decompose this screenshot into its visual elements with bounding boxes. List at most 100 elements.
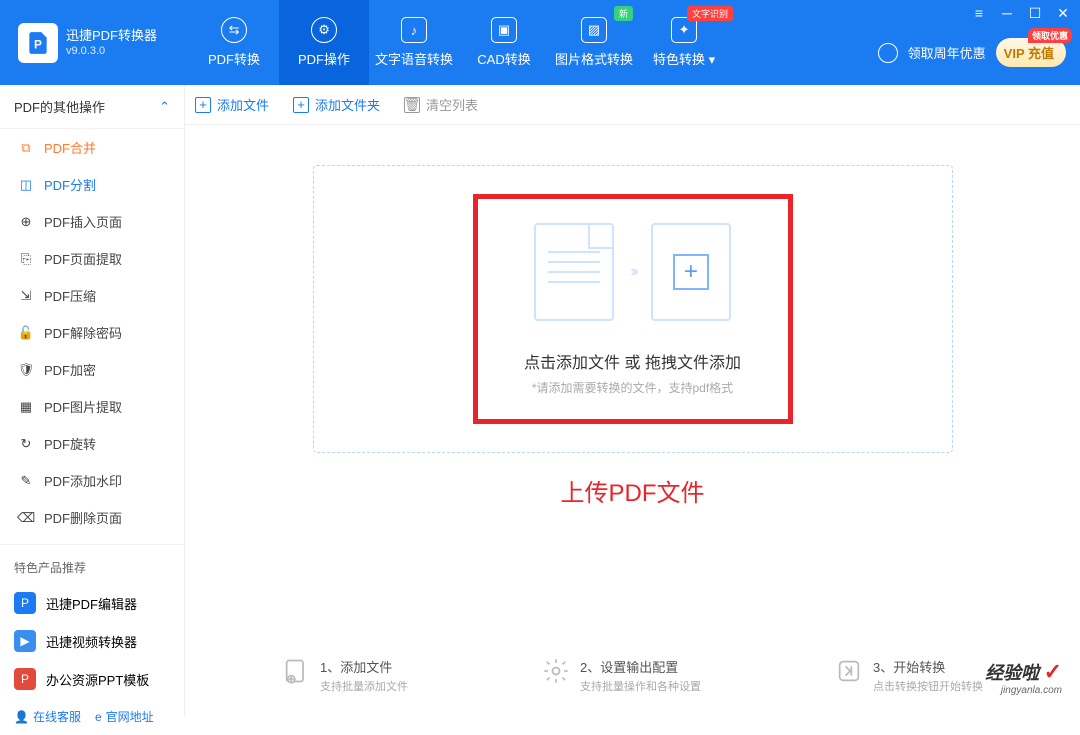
- add-folder-button[interactable]: + 添加文件夹: [293, 95, 380, 114]
- sidebar-item-label: PDF添加水印: [44, 471, 122, 490]
- rec-label: 迅捷视频转换器: [46, 632, 137, 651]
- add-file-button[interactable]: + 添加文件: [195, 95, 269, 114]
- sidebar-section-header[interactable]: PDF的其他操作 ⌃: [0, 85, 184, 129]
- rec-label: 办公资源PPT模板: [46, 670, 149, 689]
- vip-button[interactable]: VIP 充值 领取优惠: [996, 38, 1066, 67]
- svg-text:P: P: [34, 37, 42, 51]
- convert-icon: ⇆: [221, 17, 247, 43]
- sidebar-item-label: PDF合并: [44, 138, 96, 157]
- trash-icon: 🗑: [404, 97, 420, 113]
- app-logo-icon: P: [18, 23, 58, 63]
- app-header: P 迅捷PDF转换器 v9.0.3.0 ⇆PDF转换 ⚙PDF操作 ♪ 文字语音转…: [0, 0, 1080, 85]
- shield-icon: 🛡: [18, 362, 34, 378]
- annotation-text: 上传PDF文件: [561, 473, 705, 508]
- tab-special[interactable]: ✦特色转换 ▾文字识别: [639, 0, 729, 85]
- window-controls: ≡ ─ ☐ ✕: [972, 6, 1070, 20]
- app-version: v9.0.3.0: [66, 45, 157, 57]
- step-sub: 支持批量添加文件: [320, 678, 408, 694]
- logo-area: P 迅捷PDF转换器 v9.0.3.0: [0, 23, 169, 63]
- support-link[interactable]: 👤在线客服: [14, 708, 81, 725]
- cad-icon: ▣: [491, 17, 517, 43]
- video-icon: ▶: [14, 630, 36, 652]
- sidebar-item-encrypt[interactable]: 🛡PDF加密: [0, 351, 184, 388]
- step-2: 2、设置输出配置支持批量操作和各种设置: [542, 657, 701, 694]
- tab-label: 文字语音转换: [375, 49, 453, 68]
- website-link[interactable]: e官网地址: [95, 708, 154, 725]
- sidebar-item-label: PDF旋转: [44, 434, 96, 453]
- minimize-button[interactable]: ─: [1000, 6, 1014, 20]
- maximize-button[interactable]: ☐: [1028, 6, 1042, 20]
- sidebar-item-watermark[interactable]: ✎PDF添加水印: [0, 462, 184, 499]
- add-file-label: 添加文件: [217, 95, 269, 114]
- tab-pdf-operate[interactable]: ⚙PDF操作: [279, 0, 369, 85]
- rec-video-converter[interactable]: ▶ 迅捷视频转换器: [0, 622, 184, 660]
- website-label: 官网地址: [106, 708, 154, 725]
- sidebar-item-img-extract[interactable]: ▦PDF图片提取: [0, 388, 184, 425]
- sidebar-item-label: PDF图片提取: [44, 397, 122, 416]
- support-icon: 👤: [14, 710, 29, 724]
- watermark-url: jingyanla.com: [985, 685, 1062, 696]
- tab-image[interactable]: ▨图片格式转换新: [549, 0, 639, 85]
- menu-icon[interactable]: ≡: [972, 6, 986, 20]
- header-actions: 领取周年优惠 VIP 充值 领取优惠: [878, 38, 1066, 67]
- drop-subtitle: *请添加需要转换的文件，支持pdf格式: [532, 379, 733, 396]
- toolbar: + 添加文件 + 添加文件夹 🗑 清空列表: [185, 85, 1080, 125]
- close-button[interactable]: ✕: [1056, 6, 1070, 20]
- step-3: 3、开始转换点击转换按钮开始转换: [835, 657, 983, 694]
- rec-label: 迅捷PDF编辑器: [46, 594, 137, 613]
- sidebar-item-label: PDF分割: [44, 175, 96, 194]
- rec-pdf-editor[interactable]: P 迅捷PDF编辑器: [0, 584, 184, 622]
- sidebar-item-rotate[interactable]: ↻PDF旋转: [0, 425, 184, 462]
- check-icon: ✓: [1044, 659, 1062, 684]
- drop-area-wrap: › › › + 点击添加文件 或 拖拽文件添加 *请添加需要转换的文件，支持pd…: [185, 125, 1080, 639]
- chevron-up-icon: ⌃: [159, 99, 170, 115]
- plus-icon: +: [195, 97, 211, 113]
- badge-new: 新: [614, 6, 633, 21]
- badge-ocr: 文字识别: [687, 6, 733, 21]
- step-1: 1、添加文件支持批量添加文件: [282, 657, 408, 694]
- tab-tts[interactable]: ♪ 文字语音转换: [369, 0, 459, 85]
- step-title: 1、添加文件: [320, 657, 408, 676]
- pdf-editor-icon: P: [14, 592, 36, 614]
- step-settings-icon: [542, 657, 570, 685]
- sidebar-item-insert[interactable]: ⊕PDF插入页面: [0, 203, 184, 240]
- sidebar-item-extract[interactable]: ⎘ PDF页面提取: [0, 240, 184, 277]
- bottom-links: 👤在线客服 e官网地址: [0, 698, 184, 735]
- step-add-icon: [282, 657, 310, 685]
- chevron-right-icon: › › ›: [630, 263, 635, 281]
- drop-zone[interactable]: › › › + 点击添加文件 或 拖拽文件添加 *请添加需要转换的文件，支持pd…: [313, 165, 953, 453]
- extract-icon: ⎘: [18, 251, 34, 267]
- rec-ppt-template[interactable]: P办公资源PPT模板: [0, 660, 184, 698]
- tab-label: CAD转换: [477, 49, 530, 68]
- audio-icon: ♪: [401, 17, 427, 43]
- sidebar-item-label: PDF删除页面: [44, 508, 122, 527]
- recommend-title: 特色产品推荐: [0, 544, 184, 584]
- sidebar-item-delete-page[interactable]: ⌫PDF删除页面: [0, 499, 184, 536]
- watermark: 经验啦 ✓ jingyanla.com: [985, 659, 1062, 696]
- add-folder-label: 添加文件夹: [315, 95, 380, 114]
- step-sub: 支持批量操作和各种设置: [580, 678, 701, 694]
- tab-cad[interactable]: ▣ CAD转换: [459, 0, 549, 85]
- vip-label: VIP 充值: [1004, 46, 1054, 61]
- sidebar-item-label: PDF压缩: [44, 286, 96, 305]
- tab-pdf-convert[interactable]: ⇆PDF转换: [189, 0, 279, 85]
- user-icon[interactable]: [878, 43, 898, 63]
- sidebar-item-compress[interactable]: ⇲PDF压缩: [0, 277, 184, 314]
- tab-label: 图片格式转换: [555, 49, 633, 68]
- steps-row: 1、添加文件支持批量添加文件 2、设置输出配置支持批量操作和各种设置 3、开始转…: [185, 639, 1080, 716]
- clear-list-button[interactable]: 🗑 清空列表: [404, 95, 478, 114]
- clear-label: 清空列表: [426, 95, 478, 114]
- sidebar-item-merge[interactable]: ⧉ PDF合并: [0, 129, 184, 166]
- plus-icon: +: [293, 97, 309, 113]
- sidebar-item-unlock[interactable]: 🔓PDF解除密码: [0, 314, 184, 351]
- sidebar-item-split[interactable]: ◫ PDF分割: [0, 166, 184, 203]
- sidebar-item-label: PDF页面提取: [44, 249, 122, 268]
- main-panel: + 添加文件 + 添加文件夹 🗑 清空列表 › › › + 点击添加文件 或 拖拽文件…: [185, 85, 1080, 716]
- step-sub: 点击转换按钮开始转换: [873, 678, 983, 694]
- unlock-icon: 🔓: [18, 325, 34, 341]
- split-icon: ◫: [18, 177, 34, 193]
- watermark-brand: 经验啦: [985, 663, 1039, 683]
- promo-link[interactable]: 领取周年优惠: [908, 43, 986, 62]
- tab-label: 特色转换 ▾: [653, 49, 715, 68]
- merge-icon: ⧉: [18, 140, 34, 156]
